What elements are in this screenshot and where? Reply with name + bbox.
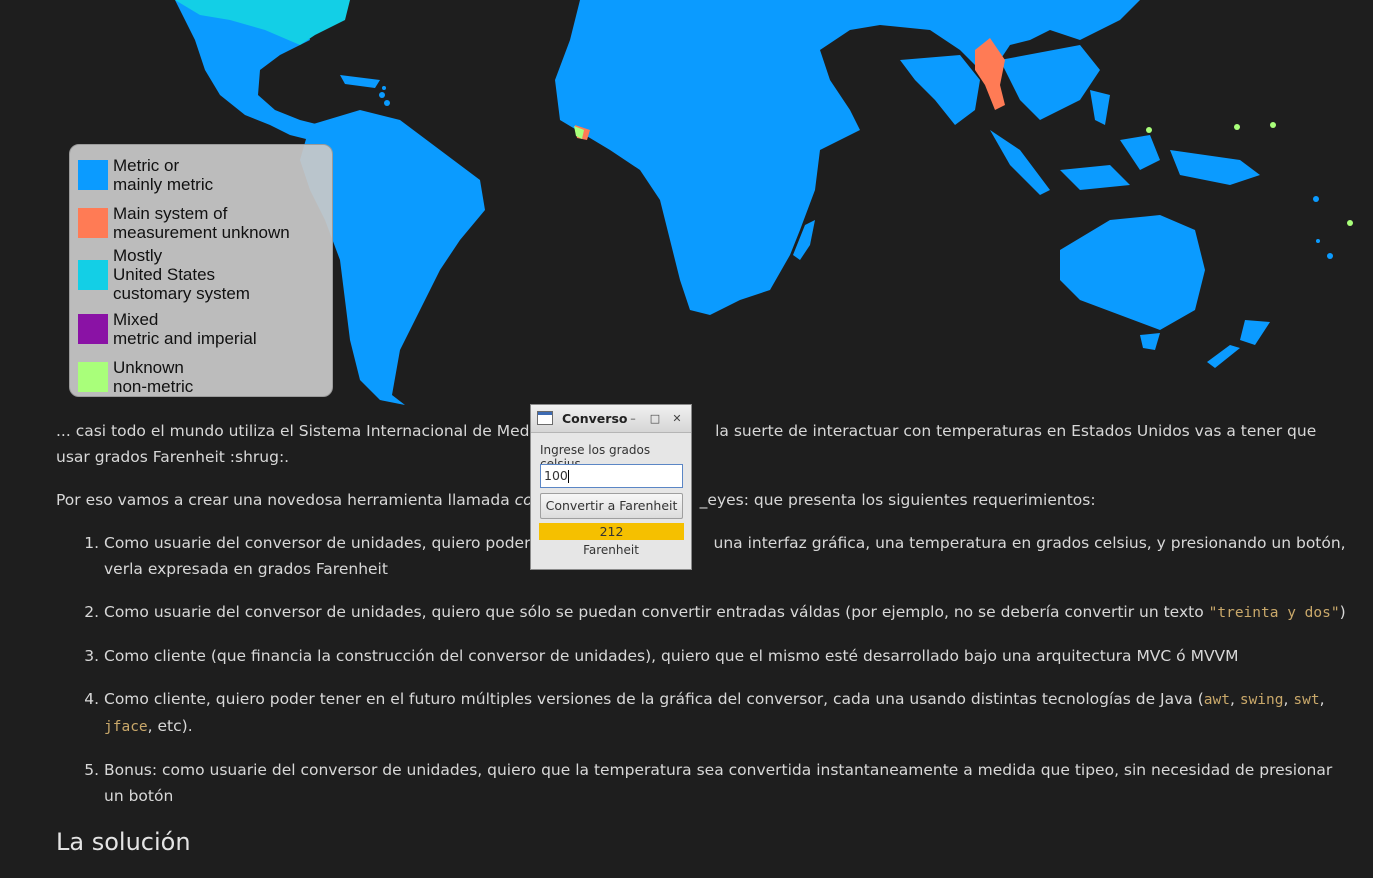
legend-swatch-us-customary xyxy=(78,259,108,290)
requirement-item: Bonus: como usuarie del conversor de uni… xyxy=(104,757,1346,809)
map-legend: Metric or mainly metric Main system of m… xyxy=(69,144,333,397)
celsius-input-value: 100 xyxy=(544,468,568,483)
legend-item-non-metric: Unknown non-metric xyxy=(78,358,193,396)
close-button[interactable]: ✕ xyxy=(667,409,687,428)
maximize-button[interactable]: □ xyxy=(645,409,665,428)
requirement-text: Como cliente (que financia la construcci… xyxy=(104,647,1239,665)
window-titlebar[interactable]: Converso – □ ✕ xyxy=(531,405,691,433)
requirement-text: Como cliente, quiero poder tener en el f… xyxy=(104,690,1204,708)
requirement-text: ) xyxy=(1339,603,1346,621)
article-body: ... casi todo el mundo utiliza el Sistem… xyxy=(56,418,1346,826)
requirement-text: Como usuarie del conversor de unidades, … xyxy=(104,603,1209,621)
requirement-item: Como usuarie del conversor de unidades, … xyxy=(104,599,1346,626)
world-map: Metric or mainly metric Main system of m… xyxy=(0,0,1373,410)
minimize-button[interactable]: – xyxy=(623,409,643,428)
tool-text-b: _eyes: que presenta los siguientes reque… xyxy=(699,491,1096,509)
legend-item-metric: Metric or mainly metric xyxy=(78,156,213,194)
inline-code: "treinta y dos" xyxy=(1208,605,1340,621)
inline-code-jface: jface xyxy=(104,719,148,735)
legend-swatch-unknown-system xyxy=(78,208,108,238)
converter-window: Converso – □ ✕ Ingrese los grados celsiu… xyxy=(530,404,692,570)
legend-label-metric: Metric or mainly metric xyxy=(113,156,214,194)
legend-label-mixed: Mixed metric and imperial xyxy=(113,310,257,348)
tool-text-a: Por eso vamos a crear una novedosa herra… xyxy=(56,491,515,509)
legend-label-non-metric: Unknown non-metric xyxy=(113,358,194,396)
paragraph-tool: Por eso vamos a crear una novedosa herra… xyxy=(56,487,1346,513)
legend-swatch-mixed xyxy=(78,314,108,344)
text-caret xyxy=(567,470,569,483)
requirement-item: Como cliente, quiero poder tener en el f… xyxy=(104,686,1346,740)
inline-code-swt: swt xyxy=(1293,692,1320,708)
requirement-item: Como cliente (que financia la construcci… xyxy=(104,643,1346,669)
separator: , xyxy=(1283,690,1294,708)
window-title: Converso xyxy=(562,411,628,426)
celsius-input[interactable]: 100 xyxy=(540,464,683,488)
requirements-list: Como usuarie del conversor de unidades, … xyxy=(56,530,1346,809)
section-heading: La solución xyxy=(56,828,191,856)
legend-label-us-customary: Mostly United States customary system xyxy=(113,246,250,303)
window-app-icon xyxy=(537,411,553,425)
legend-label-unknown-system: Main system of measurement unknown xyxy=(113,204,290,242)
legend-swatch-non-metric xyxy=(78,362,108,392)
convert-button[interactable]: Convertir a Farenheit xyxy=(540,493,683,519)
separator: , xyxy=(1319,690,1325,708)
result-unit-label: Farenheit xyxy=(583,543,639,557)
requirement-item: Como usuarie del conversor de unidades, … xyxy=(104,530,1346,582)
legend-item-mixed: Mixed metric and imperial xyxy=(78,310,257,348)
requirement-text: Bonus: como usuarie del conversor de uni… xyxy=(104,761,1333,805)
paragraph-intro: ... casi todo el mundo utiliza el Sistem… xyxy=(56,418,1346,470)
legend-item-unknown-system: Main system of measurement unknown xyxy=(78,204,290,242)
map-land-metric xyxy=(175,0,1333,405)
legend-item-us-customary: Mostly United States customary system xyxy=(78,246,250,303)
result-value: 212 xyxy=(539,523,684,540)
separator: , xyxy=(1229,690,1240,708)
requirement-text: Como usuarie del conversor de unidades, … xyxy=(104,534,550,552)
legend-swatch-metric xyxy=(78,160,108,190)
requirement-text: , etc). xyxy=(147,717,193,735)
inline-code-swing: swing xyxy=(1239,692,1284,708)
inline-code-awt: awt xyxy=(1203,692,1230,708)
intro-text-a: ... casi todo el mundo utiliza el Sistem… xyxy=(56,422,554,440)
